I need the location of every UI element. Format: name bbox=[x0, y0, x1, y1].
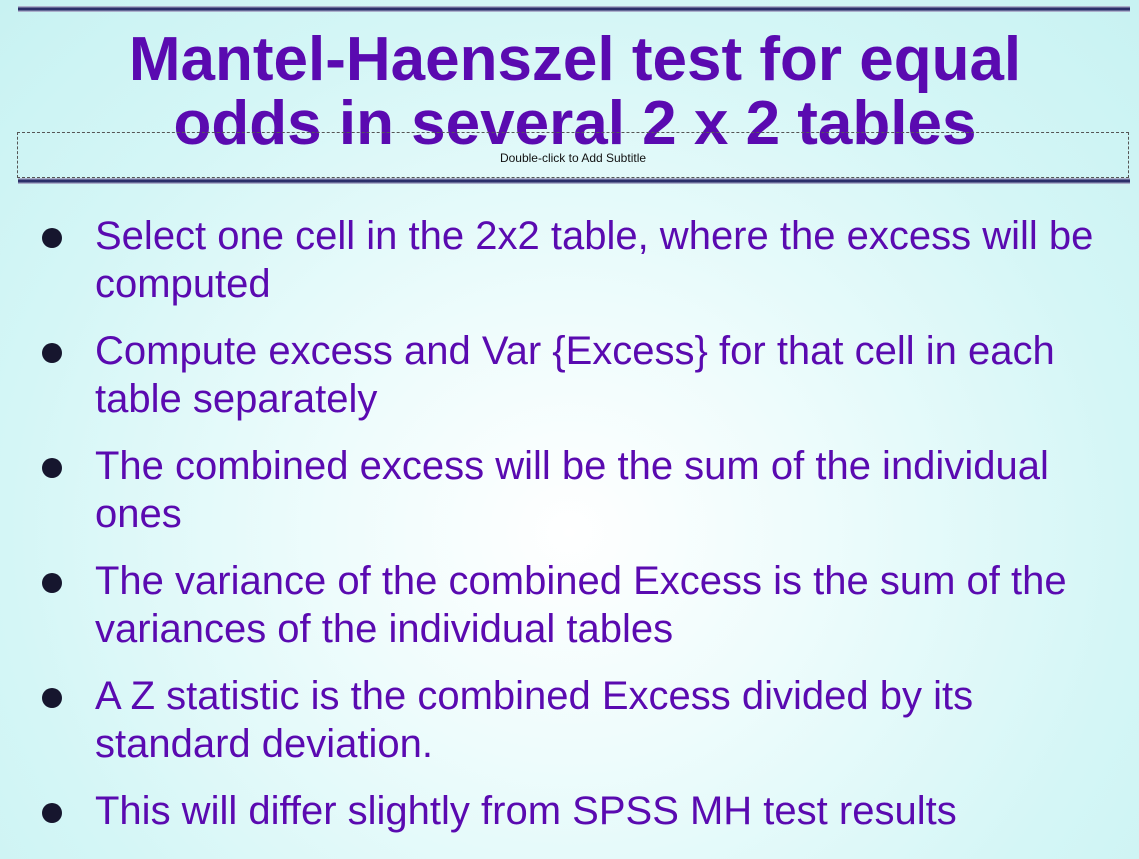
slide: Mantel-Haenszel test for equal odds in s… bbox=[0, 0, 1139, 859]
bullet-item: Select one cell in the 2x2 table, where … bbox=[40, 212, 1120, 308]
subtitle-placeholder[interactable]: Double-click to Add Subtitle bbox=[17, 132, 1129, 178]
subtitle-placeholder-text: Double-click to Add Subtitle bbox=[499, 151, 647, 165]
bullet-list[interactable]: Select one cell in the 2x2 table, where … bbox=[40, 212, 1120, 854]
bullet-dot-icon bbox=[42, 458, 62, 478]
bullet-dot-icon bbox=[42, 688, 62, 708]
bullet-item: Compute excess and Var {Excess} for that… bbox=[40, 327, 1120, 423]
bullet-item: The variance of the combined Excess is t… bbox=[40, 557, 1120, 653]
bullet-item: The combined excess will be the sum of t… bbox=[40, 442, 1120, 538]
bullet-dot-icon bbox=[42, 228, 62, 248]
bullet-dot-icon bbox=[42, 573, 62, 593]
bullet-text: The combined excess will be the sum of t… bbox=[95, 444, 1049, 536]
bullet-dot-icon bbox=[42, 803, 62, 823]
bullet-text: Compute excess and Var {Excess} for that… bbox=[95, 329, 1055, 421]
bullet-text: A Z statistic is the combined Excess div… bbox=[95, 674, 974, 766]
bullet-item: This will differ slightly from SPSS MH t… bbox=[40, 787, 1120, 835]
bullet-text: The variance of the combined Excess is t… bbox=[95, 559, 1067, 651]
bullet-dot-icon bbox=[42, 343, 62, 363]
title-bottom-rule bbox=[18, 178, 1130, 184]
bullet-text: Select one cell in the 2x2 table, where … bbox=[95, 214, 1094, 306]
bullet-text: This will differ slightly from SPSS MH t… bbox=[95, 789, 957, 833]
title-top-rule bbox=[18, 6, 1130, 12]
bullet-item: A Z statistic is the combined Excess div… bbox=[40, 672, 1120, 768]
